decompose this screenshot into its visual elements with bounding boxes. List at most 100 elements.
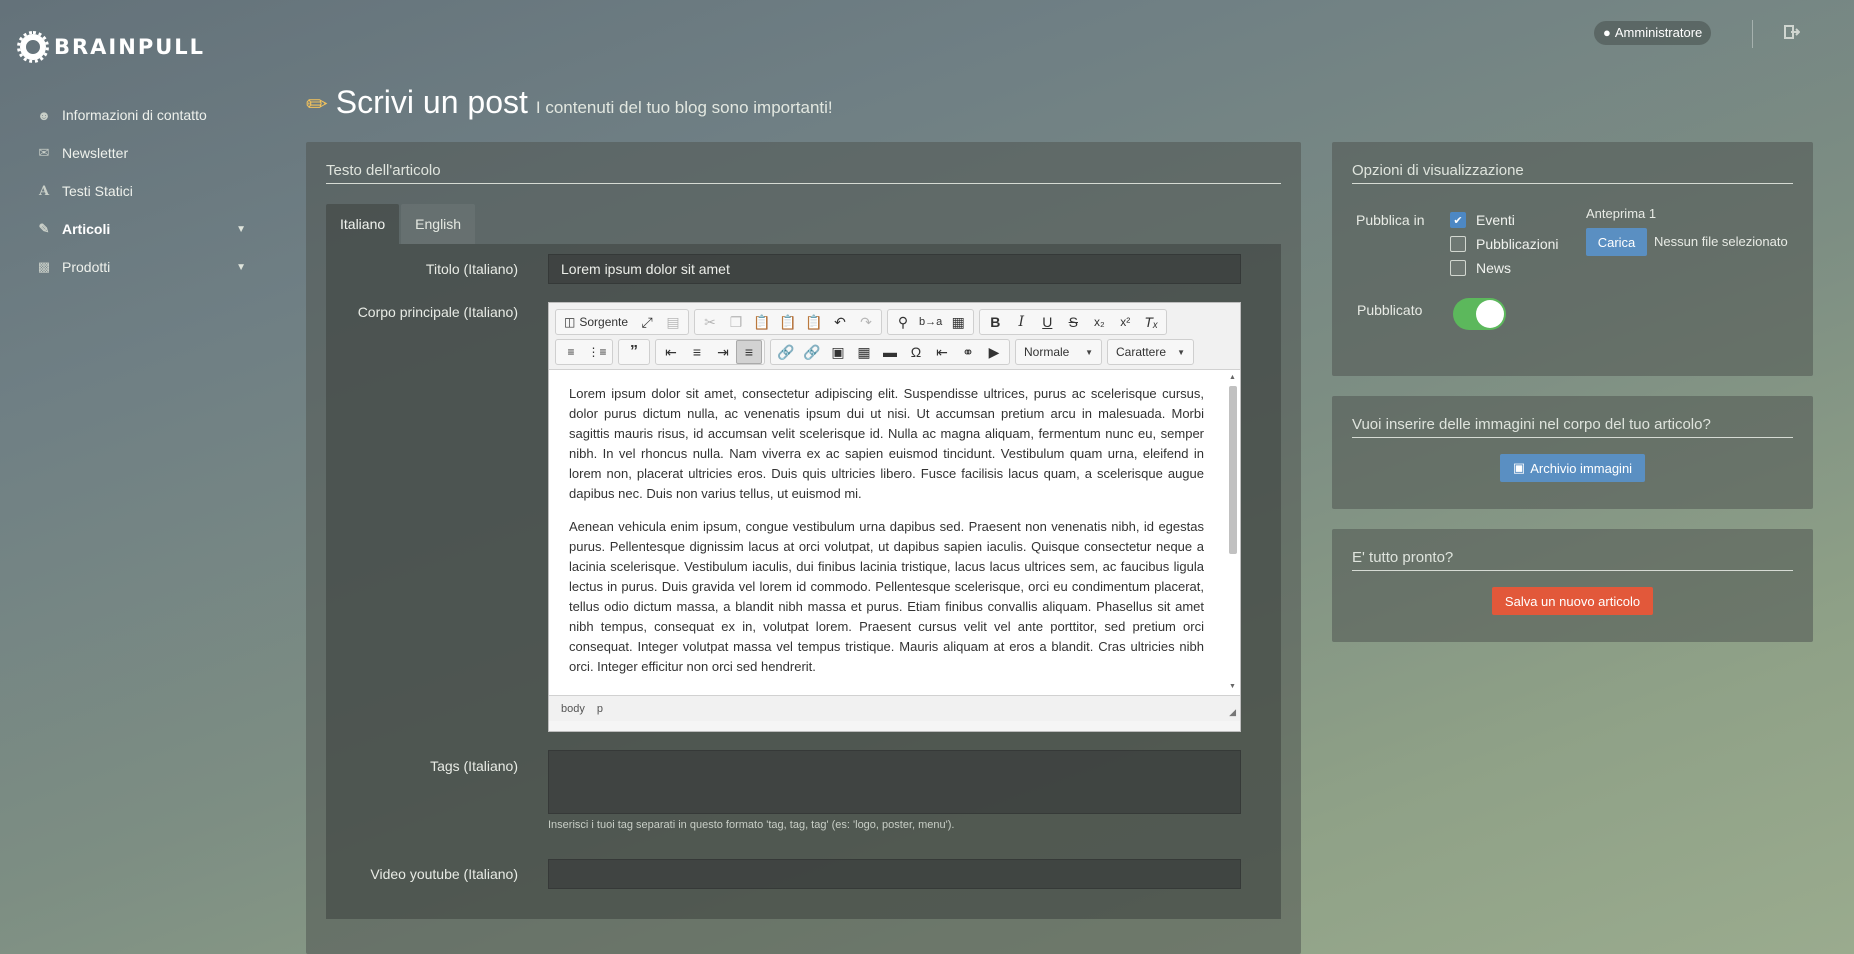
editor-paragraph: Aenean vehicula enim ipsum, congue vesti…	[569, 519, 1204, 674]
checkbox-label: Pubblicazioni	[1476, 236, 1559, 252]
tab-italiano[interactable]: Italiano	[326, 204, 400, 244]
paste-word-icon[interactable]: 📋	[801, 310, 827, 334]
redo-icon[interactable]: ↷	[853, 310, 879, 334]
bold-icon[interactable]: B	[982, 310, 1008, 334]
numbered-list-icon[interactable]: ≡	[558, 340, 584, 364]
ready-panel: E' tutto pronto? Salva un nuovo articolo	[1332, 529, 1813, 642]
strikethrough-icon[interactable]: S	[1060, 310, 1086, 334]
video-row: Video youtube (Italiano)	[326, 859, 1271, 889]
brand-name: BRAINPULL	[54, 35, 206, 59]
show-blocks-icon[interactable]: ▤	[660, 310, 686, 334]
editor-scrollbar[interactable]: ▲ ▼	[1228, 374, 1238, 690]
sidebar-item-articles[interactable]: ✎ Articoli ▼	[36, 210, 246, 248]
published-label: Pubblicato	[1357, 302, 1423, 318]
checkbox-eventi[interactable]: ✔ Eventi	[1450, 212, 1515, 228]
paste-text-icon[interactable]: 📋	[775, 310, 801, 334]
caret-down-icon: ▼	[1177, 347, 1185, 357]
checkbox-news[interactable]: News	[1450, 260, 1511, 276]
justify-icon[interactable]: ≡	[736, 340, 762, 364]
tab-english[interactable]: English	[401, 204, 476, 244]
checkbox-label: News	[1476, 260, 1512, 276]
user-name: Amministratore	[1614, 25, 1703, 40]
align-left-icon[interactable]: ⇤	[658, 340, 684, 364]
sidebar-item-label: Informazioni di contatto	[62, 107, 207, 123]
checkbox-icon	[1450, 236, 1466, 252]
image-archive-button[interactable]: ▣ Archivio immagini	[1500, 454, 1645, 482]
body-label: Corpo principale (Italiano)	[357, 304, 518, 320]
article-section-title: Testo dell'articolo	[326, 162, 1281, 184]
tags-help-text: Inserisci i tuoi tag separati in questo …	[548, 819, 955, 831]
brand-logo[interactable]: BRAINPULL	[17, 31, 206, 63]
italic-icon[interactable]: I	[1008, 310, 1034, 334]
no-file-label: Nessun file selezionato	[1654, 234, 1788, 249]
sidebar-item-products[interactable]: ▩ Prodotti ▼	[36, 248, 246, 286]
sidebar-item-newsletter[interactable]: ✉ Newsletter	[36, 134, 246, 172]
title-row: Titolo (Italiano) Lorem ipsum dolor sit …	[326, 254, 1271, 284]
indent-icon[interactable]: ⇤	[929, 340, 955, 364]
scrollbar-thumb[interactable]	[1229, 386, 1237, 554]
image-icon[interactable]: ▣	[825, 340, 851, 364]
tags-row: Tags (Italiano) Inserisci i tuoi tag sep…	[326, 750, 1271, 831]
image-archive-label: Archivio immagini	[1530, 460, 1633, 476]
replace-icon[interactable]: b→a	[916, 310, 945, 334]
subscript-icon[interactable]: x₂	[1086, 310, 1112, 334]
images-panel-title: Vuoi inserire delle immagini nel corpo d…	[1352, 416, 1793, 438]
paste-icon[interactable]: 📋	[749, 310, 775, 334]
format-select[interactable]: Normale ▼	[1015, 339, 1102, 365]
save-article-button[interactable]: Salva un nuovo articolo	[1492, 587, 1653, 615]
underline-icon[interactable]: U	[1034, 310, 1060, 334]
sidebar-item-static-texts[interactable]: A Testi Statici	[36, 172, 246, 210]
briefcase-icon: ▩	[37, 259, 51, 274]
align-right-icon[interactable]: ⇥	[710, 340, 736, 364]
video-input[interactable]	[548, 859, 1241, 889]
maximize-icon[interactable]: ⤢	[634, 310, 660, 334]
sidebar-item-label: Newsletter	[62, 145, 129, 161]
user-menu-button[interactable]: ● Amministratore	[1594, 21, 1712, 45]
pencil-icon: ✎	[38, 221, 50, 236]
source-button[interactable]: ◫ Sorgente	[558, 310, 634, 334]
scroll-up-icon[interactable]: ▲	[1229, 374, 1236, 381]
youtube-icon[interactable]: ▶	[981, 340, 1007, 364]
bulleted-list-icon[interactable]: ⋮≡	[584, 340, 610, 364]
source-label: Sorgente	[579, 315, 629, 329]
title-label: Titolo (Italiano)	[425, 261, 518, 277]
align-center-icon[interactable]: ≡	[684, 340, 710, 364]
checkbox-pubblicazioni[interactable]: Pubblicazioni	[1450, 236, 1559, 252]
title-input[interactable]: Lorem ipsum dolor sit amet	[548, 254, 1241, 284]
special-char-icon[interactable]: Ω	[903, 340, 929, 364]
remove-format-icon[interactable]: Tₓ	[1138, 310, 1164, 334]
editor-content[interactable]: Lorem ipsum dolor sit amet, consectetur …	[549, 370, 1240, 695]
superscript-icon[interactable]: x²	[1112, 310, 1138, 334]
checkbox-icon	[1450, 260, 1466, 276]
undo-icon[interactable]: ↶	[827, 310, 853, 334]
resize-handle-icon[interactable]: ◢	[1229, 707, 1236, 718]
path-body[interactable]: body	[561, 703, 585, 715]
globe-icon[interactable]: ⚭	[955, 340, 981, 364]
format-select-value: Normale	[1024, 345, 1070, 359]
scroll-down-icon[interactable]: ▼	[1229, 683, 1236, 690]
path-p[interactable]: p	[597, 703, 603, 715]
font-select[interactable]: Carattere ▼	[1107, 339, 1194, 365]
tags-textarea[interactable]	[548, 750, 1241, 814]
blockquote-icon[interactable]: ”	[621, 340, 647, 364]
display-options-panel: Opzioni di visualizzazione Pubblica in ✔…	[1332, 142, 1813, 376]
image-icon: ▣	[1512, 460, 1526, 475]
find-icon[interactable]: ⚲	[890, 310, 916, 334]
upload-button[interactable]: Carica	[1586, 228, 1647, 256]
logout-icon[interactable]	[1784, 24, 1802, 42]
body-row: Corpo principale (Italiano) ◫ Sorgente ⤢…	[326, 302, 1271, 732]
unlink-icon[interactable]: 🔗	[799, 340, 825, 364]
cut-icon[interactable]: ✂	[697, 310, 723, 334]
copy-icon[interactable]: ❐	[723, 310, 749, 334]
page-header: ✏ Scrivi un post I contenuti del tuo blo…	[306, 84, 833, 121]
sidebar-item-contacts[interactable]: ☻ Informazioni di contatto	[36, 96, 246, 134]
font-icon: A	[38, 183, 50, 199]
select-all-icon[interactable]: ▦	[945, 310, 971, 334]
editor-paragraph: Lorem ipsum dolor sit amet, consectetur …	[569, 386, 1204, 501]
checkbox-checked-icon: ✔	[1450, 212, 1466, 228]
published-toggle[interactable]	[1453, 298, 1506, 330]
table-icon[interactable]: ▦	[851, 340, 877, 364]
horizontal-rule-icon[interactable]: ▬	[877, 340, 903, 364]
link-icon[interactable]: 🔗	[773, 340, 799, 364]
pencil-icon: ✏	[306, 89, 328, 119]
